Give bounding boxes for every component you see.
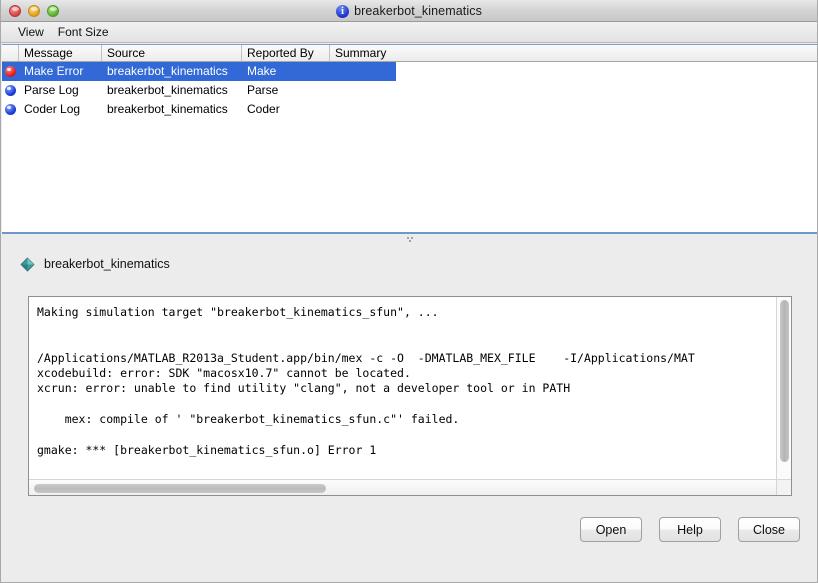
cell-message: Parse Log bbox=[24, 83, 79, 97]
log-sphere-icon bbox=[2, 85, 19, 96]
menu-bar: View Font Size bbox=[1, 22, 817, 43]
menu-item-font-size[interactable]: Font Size bbox=[51, 24, 116, 40]
column-header-icon[interactable] bbox=[2, 45, 19, 61]
cell-reported-by: Make bbox=[247, 64, 277, 78]
splitter-grip-icon bbox=[406, 236, 414, 242]
table-row[interactable]: Coder Log breakerbot_kinematics Coder bbox=[2, 100, 396, 119]
column-header-summary[interactable]: Summary bbox=[330, 45, 817, 61]
log-text-area[interactable]: Making simulation target "breakerbot_kin… bbox=[28, 296, 792, 496]
scrollbar-corner bbox=[776, 479, 791, 495]
vertical-scrollbar-thumb[interactable] bbox=[780, 300, 789, 462]
panel-splitter[interactable] bbox=[2, 234, 817, 245]
cell-reported-by: Parse bbox=[247, 83, 279, 97]
cell-source: breakerbot_kinematics bbox=[107, 83, 228, 97]
close-window-button[interactable] bbox=[9, 4, 21, 17]
table-header-row: Message Source Reported By Summary bbox=[2, 45, 817, 62]
table-body: Make Error breakerbot_kinematics Make Pa… bbox=[2, 62, 817, 119]
cell-reported-by: Coder bbox=[247, 102, 280, 116]
window-title-group: i breakerbot_kinematics bbox=[1, 0, 817, 22]
column-header-source[interactable]: Source bbox=[102, 45, 242, 61]
open-button[interactable]: Open bbox=[580, 517, 642, 542]
detail-header: breakerbot_kinematics bbox=[2, 245, 817, 273]
diagnostic-viewer-window: i breakerbot_kinematics View Font Size M… bbox=[0, 0, 818, 583]
diagnostic-message-table: Message Source Reported By Summary Make … bbox=[2, 44, 817, 234]
help-button[interactable]: Help bbox=[659, 517, 721, 542]
log-sphere-icon bbox=[2, 104, 19, 115]
menu-item-view[interactable]: View bbox=[11, 24, 51, 40]
model-cube-icon bbox=[20, 256, 35, 272]
minimize-window-button[interactable] bbox=[28, 4, 40, 17]
column-header-reported-by[interactable]: Reported By bbox=[242, 45, 330, 61]
cell-message: Make Error bbox=[24, 64, 84, 78]
error-sphere-icon bbox=[2, 66, 19, 77]
maximize-window-button[interactable] bbox=[47, 4, 59, 17]
log-text-content: Making simulation target "breakerbot_kin… bbox=[37, 305, 695, 457]
dialog-button-bar: Open Help Close bbox=[580, 517, 800, 542]
close-button[interactable]: Close bbox=[738, 517, 800, 542]
horizontal-scrollbar-thumb[interactable] bbox=[34, 484, 326, 493]
column-header-message[interactable]: Message bbox=[19, 45, 102, 61]
detail-title: breakerbot_kinematics bbox=[44, 257, 170, 271]
detail-panel: breakerbot_kinematics Making simulation … bbox=[2, 245, 817, 582]
cell-message: Coder Log bbox=[24, 102, 81, 116]
window-titlebar: i breakerbot_kinematics bbox=[1, 0, 817, 22]
info-icon: i bbox=[336, 4, 350, 18]
table-row[interactable]: Make Error breakerbot_kinematics Make bbox=[2, 62, 396, 81]
table-row[interactable]: Parse Log breakerbot_kinematics Parse bbox=[2, 81, 396, 100]
cell-source: breakerbot_kinematics bbox=[107, 64, 228, 78]
cell-source: breakerbot_kinematics bbox=[107, 102, 228, 116]
window-controls bbox=[9, 4, 59, 17]
vertical-scrollbar[interactable] bbox=[776, 297, 791, 479]
horizontal-scrollbar[interactable] bbox=[29, 479, 776, 495]
window-title: breakerbot_kinematics bbox=[354, 4, 482, 18]
